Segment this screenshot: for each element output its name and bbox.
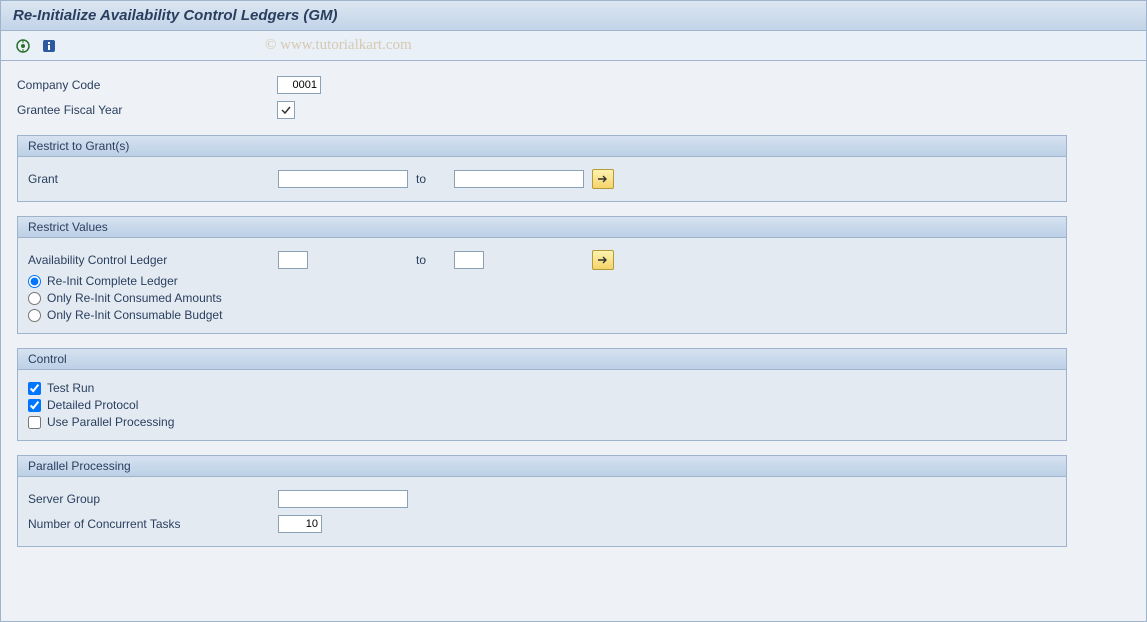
detailed-protocol-label: Detailed Protocol — [47, 398, 138, 412]
detailed-protocol-row[interactable]: Detailed Protocol — [28, 398, 1056, 412]
parallel-label: Use Parallel Processing — [47, 415, 174, 429]
tasks-label: Number of Concurrent Tasks — [28, 517, 278, 531]
ledger-label: Availability Control Ledger — [28, 253, 278, 267]
radio-consumable-input[interactable] — [28, 309, 41, 322]
grant-to-label: to — [416, 172, 446, 186]
grant-label: Grant — [28, 172, 278, 186]
fiscal-year-check[interactable] — [277, 101, 295, 119]
control-group: Control Test Run Detailed Protocol Use P… — [17, 348, 1067, 441]
ledger-to-label: to — [416, 253, 446, 267]
info-icon — [41, 38, 57, 54]
parallel-row[interactable]: Use Parallel Processing — [28, 415, 1056, 429]
radio-consumed-input[interactable] — [28, 292, 41, 305]
company-code-label: Company Code — [17, 78, 277, 92]
toolbar: © www.tutorialkart.com — [1, 31, 1146, 61]
content-area: Company Code Grantee Fiscal Year Restric… — [1, 61, 1146, 563]
arrow-right-icon — [597, 174, 609, 184]
server-group-label: Server Group — [28, 492, 278, 506]
test-run-checkbox[interactable] — [28, 382, 41, 395]
ledger-from-input[interactable] — [278, 251, 308, 269]
fiscal-year-row: Grantee Fiscal Year — [17, 99, 1130, 121]
detailed-protocol-checkbox[interactable] — [28, 399, 41, 412]
grant-from-input[interactable] — [278, 170, 408, 188]
test-run-row[interactable]: Test Run — [28, 381, 1056, 395]
ledger-row: Availability Control Ledger to — [28, 249, 1056, 271]
arrow-right-icon — [597, 255, 609, 265]
watermark: © www.tutorialkart.com — [265, 37, 412, 54]
grant-to-input[interactable] — [454, 170, 584, 188]
restrict-grants-header: Restrict to Grant(s) — [18, 136, 1066, 157]
title-text: Re-Initialize Availability Control Ledge… — [13, 7, 338, 24]
company-code-row: Company Code — [17, 74, 1130, 96]
tasks-input[interactable] — [278, 515, 322, 533]
window-title: Re-Initialize Availability Control Ledge… — [1, 1, 1146, 31]
grant-multiselect-button[interactable] — [592, 169, 614, 189]
execute-button[interactable] — [13, 36, 33, 56]
radio-complete-ledger[interactable]: Re-Init Complete Ledger — [28, 274, 1056, 288]
check-icon — [281, 105, 291, 115]
execute-icon — [15, 38, 31, 54]
radio-consumed-label: Only Re-Init Consumed Amounts — [47, 291, 222, 305]
radio-complete-input[interactable] — [28, 275, 41, 288]
restrict-values-header: Restrict Values — [18, 217, 1066, 238]
radio-consumed[interactable]: Only Re-Init Consumed Amounts — [28, 291, 1056, 305]
fiscal-year-label: Grantee Fiscal Year — [17, 103, 277, 117]
company-code-input[interactable] — [277, 76, 321, 94]
control-header: Control — [18, 349, 1066, 370]
parallel-processing-group: Parallel Processing Server Group Number … — [17, 455, 1067, 547]
ledger-to-input[interactable] — [454, 251, 484, 269]
server-group-row: Server Group — [28, 488, 1056, 510]
tasks-row: Number of Concurrent Tasks — [28, 513, 1056, 535]
restrict-values-group: Restrict Values Availability Control Led… — [17, 216, 1067, 334]
info-button[interactable] — [39, 36, 59, 56]
parallel-header: Parallel Processing — [18, 456, 1066, 477]
radio-complete-label: Re-Init Complete Ledger — [47, 274, 178, 288]
restrict-grants-group: Restrict to Grant(s) Grant to — [17, 135, 1067, 202]
radio-consumable-label: Only Re-Init Consumable Budget — [47, 308, 222, 322]
parallel-checkbox[interactable] — [28, 416, 41, 429]
radio-consumable[interactable]: Only Re-Init Consumable Budget — [28, 308, 1056, 322]
ledger-multiselect-button[interactable] — [592, 250, 614, 270]
server-group-input[interactable] — [278, 490, 408, 508]
grant-row: Grant to — [28, 168, 1056, 190]
test-run-label: Test Run — [47, 381, 94, 395]
